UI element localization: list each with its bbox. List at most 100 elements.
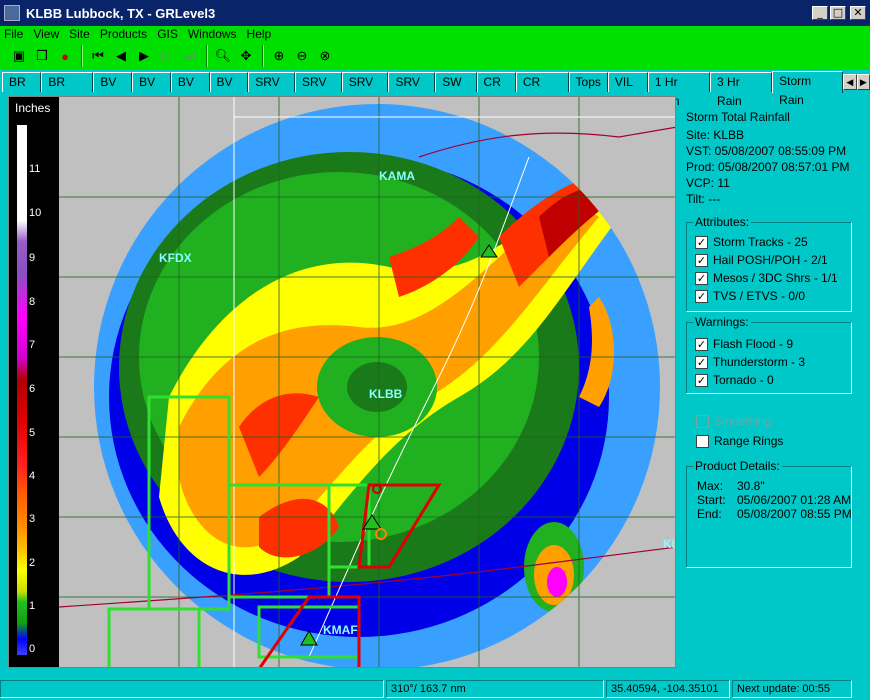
prev-frame-icon[interactable]: ◀ (110, 45, 132, 67)
checkbox[interactable]: ✓ (695, 271, 708, 285)
tab-bv1[interactable]: BV 1 (93, 72, 133, 108)
checkbox[interactable]: ✓ (695, 235, 708, 249)
legend-tick: 10 (29, 207, 42, 219)
menu-products[interactable]: Products (100, 27, 147, 41)
tab-srv2[interactable]: SRV 2 (294, 72, 342, 108)
tab-scroll-right-icon[interactable]: ▶ (856, 74, 870, 90)
attr-hail[interactable]: ✓ Hail POSH/POH - 2/1 (695, 253, 828, 267)
menu-gis[interactable]: GIS (157, 27, 178, 41)
product-name: Storm Total Rainfall (686, 110, 790, 124)
attributes-group: Attributes: ✓ Storm Tracks - 25 ✓ Hail POS… (686, 215, 852, 312)
warn-label: Tornado - 0 (713, 373, 774, 387)
menu-help[interactable]: Help (247, 27, 272, 41)
zoom-in-icon[interactable]: ⊕ (268, 45, 290, 67)
legend-tick: 5 (29, 427, 36, 439)
tab-br248[interactable]: BR 248 (41, 72, 94, 108)
open-icon[interactable]: ▣ (8, 45, 30, 67)
tab-bv3[interactable]: BV 3 (170, 72, 210, 108)
tab-tops[interactable]: Tops (568, 72, 608, 92)
station-kama[interactable]: KAMA (379, 169, 415, 183)
station-klbb[interactable]: KLBB (369, 387, 402, 401)
zoom-icon[interactable]: 🔍︎ (212, 45, 234, 67)
legend-tick: 7 (29, 339, 36, 351)
first-frame-icon[interactable]: ⏮ (87, 45, 109, 67)
menu-windows[interactable]: Windows (188, 27, 237, 41)
toolbar-separator (206, 45, 208, 67)
menu-file[interactable]: File (4, 27, 23, 41)
attr-tvs[interactable]: ✓ TVS / ETVS - 0/0 (695, 289, 805, 303)
tab-sw[interactable]: SW (435, 72, 477, 92)
legend-title: Inches (15, 101, 51, 115)
warn-thunderstorm[interactable]: ✓ Thunderstorm - 3 (695, 355, 805, 369)
station-kmaf[interactable]: KMAF (323, 623, 358, 637)
tab-storm-rain[interactable]: Storm Rain (772, 71, 844, 107)
warnings-group: Warnings: ✓ Flash Flood - 9 ✓ Thunderstorm… (686, 315, 852, 394)
attr-mesos[interactable]: ✓ Mesos / 3DC Shrs - 1/1 (695, 271, 838, 285)
status-empty (0, 680, 384, 698)
smoothing-option[interactable]: Smoothing (696, 414, 771, 428)
zoom-out-icon[interactable]: ⊖ (291, 45, 313, 67)
app-icon (4, 5, 20, 21)
attr-label: Mesos / 3DC Shrs - 1/1 (713, 271, 838, 285)
legend-tick: 2 (29, 557, 36, 569)
legend-tick: 4 (29, 470, 36, 482)
tab-srv3[interactable]: SRV 3 (341, 72, 389, 108)
warn-label: Thunderstorm - 3 (713, 355, 806, 369)
attr-label: TVS / ETVS - 0/0 (713, 289, 806, 303)
checkbox[interactable] (696, 434, 709, 448)
checkbox[interactable] (696, 414, 709, 428)
status-bar: 310°/ 163.7 nm 35.40594, -104.35101 Next… (0, 678, 870, 700)
tab-3hr-rain[interactable]: 3 Hr Rain (710, 72, 773, 108)
station-kfdx[interactable]: KFDX (159, 251, 192, 265)
menu-site[interactable]: Site (69, 27, 90, 41)
attr-storm-tracks[interactable]: ✓ Storm Tracks - 25 (695, 235, 808, 249)
tab-scroll-left-icon[interactable]: ◀ (843, 74, 857, 90)
product-details-group: Product Details: Max: 30.8" Start: 05/06… (686, 459, 852, 568)
tab-vil[interactable]: VIL (607, 72, 648, 92)
zoom-reset-icon[interactable]: ⊗ (314, 45, 336, 67)
last-frame-icon[interactable]: ⏭ (179, 45, 201, 67)
details-max-value: 30.8" (737, 479, 765, 493)
minimize-button[interactable]: _ (812, 6, 828, 20)
menu-view[interactable]: View (33, 27, 59, 41)
menu-bar: File View Site Products GIS Windows Help (0, 26, 870, 42)
legend-tick: 1 (29, 600, 36, 612)
copy-icon[interactable]: ❐ (31, 45, 53, 67)
tab-1hr-rain[interactable]: 1 Hr Rain (647, 72, 711, 108)
status-next-update: Next update: 00:55 (732, 680, 852, 698)
checkbox[interactable]: ✓ (695, 253, 708, 267)
checkbox[interactable]: ✓ (695, 373, 708, 387)
product-tilt: Tilt: --- (686, 192, 721, 206)
next-frame-icon[interactable]: ▷ (156, 45, 178, 67)
tab-br4[interactable]: BR 4 (2, 72, 42, 108)
range-rings-option[interactable]: Range Rings (696, 434, 783, 448)
tab-srv4[interactable]: SRV 4 (388, 72, 436, 108)
color-icon[interactable]: ● (54, 45, 76, 67)
maximize-button[interactable]: □ (830, 6, 846, 20)
tab-srv1[interactable]: SRV 1 (248, 72, 295, 108)
checkbox[interactable]: ✓ (695, 289, 708, 303)
close-button[interactable]: ✕ (850, 6, 866, 20)
tab-cr[interactable]: CR (476, 72, 516, 92)
info-panel: Storm Total Rainfall Site: KLBB VST: 05/… (684, 104, 864, 666)
details-label: Product Details: (693, 459, 782, 473)
title-bar[interactable]: KLBB Lubbock, TX - GRLevel3 _ □ ✕ (0, 0, 870, 26)
tab-bv2[interactable]: BV 2 (132, 72, 171, 108)
checkbox[interactable]: ✓ (695, 337, 708, 351)
tab-cr248[interactable]: CR 248 (515, 72, 569, 108)
legend-tick: 3 (29, 513, 36, 525)
checkbox[interactable]: ✓ (695, 355, 708, 369)
warn-flash-flood[interactable]: ✓ Flash Flood - 9 (695, 337, 793, 351)
details-end-label: End: (697, 507, 722, 521)
radar-map[interactable]: Inches 11 10 9 8 7 6 5 4 3 2 1 0 KAMA KF… (8, 96, 676, 668)
station-edge[interactable]: KL (663, 537, 675, 551)
warn-tornado[interactable]: ✓ Tornado - 0 (695, 373, 774, 387)
tab-bv4[interactable]: BV 4 (209, 72, 249, 108)
play-icon[interactable]: ▶ (133, 45, 155, 67)
status-coords: 35.40594, -104.35101 (606, 680, 730, 698)
warnings-label: Warnings: (693, 315, 751, 329)
attr-label: Hail POSH/POH - 2/1 (713, 253, 828, 267)
legend-tick: 11 (29, 163, 41, 175)
pan-icon[interactable]: ✥ (235, 45, 257, 67)
toolbar: ▣ ❐ ● ⏮ ◀ ▶ ▷ ⏭ 🔍︎ ✥ ⊕ ⊖ ⊗ (0, 42, 870, 70)
